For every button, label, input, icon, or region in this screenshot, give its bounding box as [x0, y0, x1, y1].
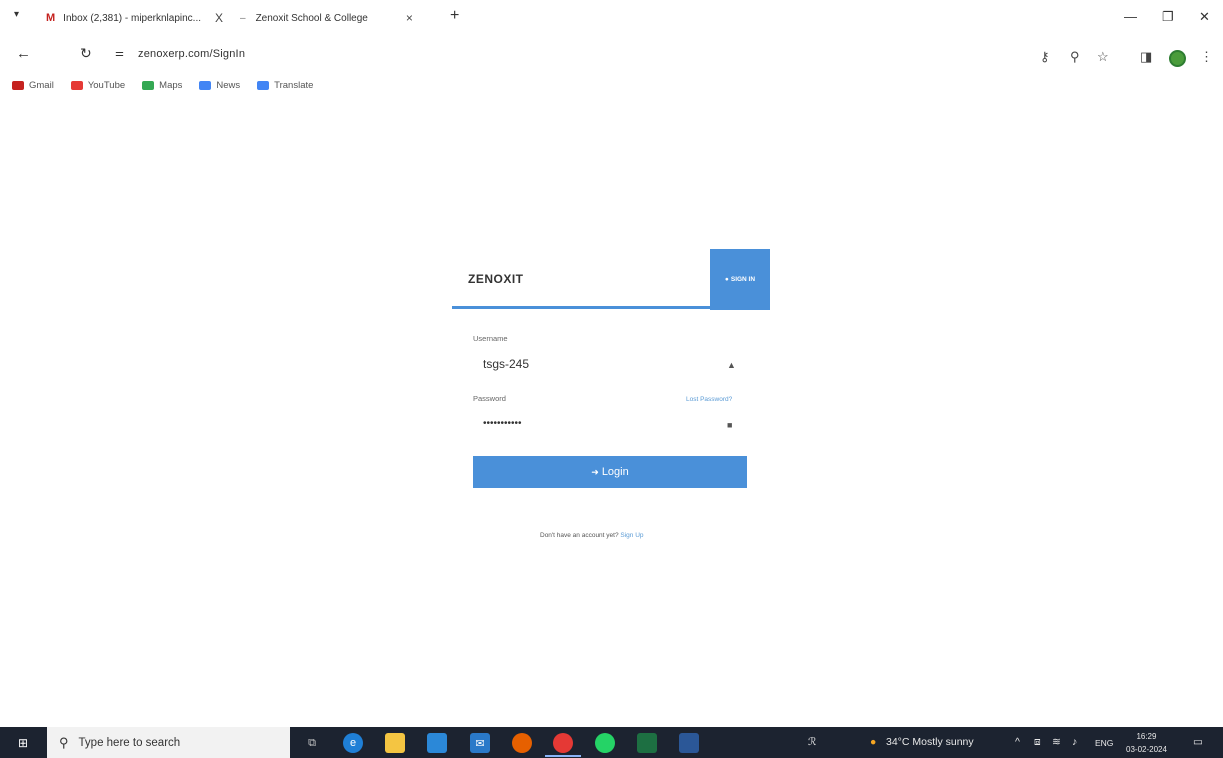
clock[interactable]: 16:29 03-02-2024	[1126, 730, 1167, 756]
tab-label: Inbox (2,381) - miperknlapinc...	[63, 12, 202, 24]
tab-search-chevron-icon[interactable]: ▾	[14, 9, 19, 20]
signup-prompt: Don't have an account yet? Sign Up	[540, 532, 644, 539]
password-field[interactable]: •••••••••••	[483, 418, 522, 429]
windows-start-icon[interactable]: ⊞	[18, 736, 28, 750]
signup-link[interactable]: Sign Up	[620, 532, 643, 539]
firefox-icon[interactable]	[512, 733, 532, 753]
login-button[interactable]: ➜ Login	[473, 456, 747, 488]
bookmark-maps[interactable]: Maps	[142, 80, 182, 91]
back-arrow-icon[interactable]: ←	[16, 45, 31, 62]
mail-icon[interactable]: ✉	[470, 733, 490, 753]
profile-avatar[interactable]	[1169, 50, 1186, 67]
bookmark-translate[interactable]: Translate	[257, 80, 313, 91]
chrome-icon[interactable]	[553, 733, 573, 753]
bookmark-star-icon[interactable]: ☆	[1097, 49, 1109, 65]
username-label: Username	[473, 334, 508, 343]
whatsapp-icon[interactable]	[595, 733, 615, 753]
people-icon[interactable]: ℛ	[808, 736, 816, 748]
bookmarks-bar: Gmail YouTube Maps News Translate	[0, 74, 1223, 96]
search-icon: ⚲	[59, 734, 69, 750]
maps-icon	[142, 80, 155, 90]
bookmark-label: News	[216, 79, 241, 91]
side-panel-icon[interactable]: ◨	[1140, 49, 1152, 65]
site-info-icon[interactable]: ⚌	[115, 48, 124, 59]
password-label: Password	[473, 394, 506, 403]
bookmark-gmail[interactable]: Gmail	[12, 80, 54, 91]
excel-icon[interactable]	[637, 733, 657, 753]
signin-tab[interactable]: ● SIGN IN	[710, 249, 770, 310]
gmail-icon	[12, 80, 24, 90]
weather-text[interactable]: 34°C Mostly sunny	[886, 736, 974, 748]
brand-underline	[452, 306, 770, 309]
lock-icon: ■	[727, 420, 733, 430]
reload-icon[interactable]: ↻	[80, 45, 92, 62]
bookmark-label: Translate	[274, 79, 314, 91]
minimize-icon[interactable]: —	[1124, 9, 1137, 24]
restore-icon[interactable]: ❐	[1162, 9, 1174, 25]
tab-gmail[interactable]: M Inbox (2,381) - miperknlapinc... X	[46, 8, 223, 28]
taskbar-search-box[interactable]: ⚲ Type here to search	[47, 727, 290, 758]
bookmark-label: Gmail	[29, 79, 54, 91]
bookmark-youtube[interactable]: YouTube	[70, 79, 126, 91]
windows-taskbar: ⊞ ⚲ Type here to search ⧉ e ✉ ℛ ● 34°C M…	[0, 727, 1223, 758]
new-tab-button[interactable]: +	[450, 7, 459, 25]
username-field[interactable]: tsgs-245	[483, 357, 529, 371]
close-window-icon[interactable]: ✕	[1199, 9, 1210, 25]
search-placeholder: Type here to search	[78, 736, 181, 749]
language-indicator[interactable]: ENG	[1095, 738, 1113, 748]
bookmark-label: Maps	[159, 79, 183, 91]
youtube-icon	[70, 80, 83, 90]
gmail-icon: M	[46, 12, 56, 24]
file-explorer-icon[interactable]	[385, 733, 405, 753]
tab-zenoxit[interactable]: – Zenoxit School & College ×	[240, 8, 413, 28]
bookmark-label: YouTube	[87, 79, 126, 91]
store-icon[interactable]	[427, 733, 447, 753]
task-view-icon[interactable]: ⧉	[302, 733, 322, 753]
zoom-icon[interactable]: ⚲	[1070, 49, 1080, 65]
news-icon	[199, 80, 212, 90]
meet-icon[interactable]: ⧈	[1034, 736, 1041, 749]
signup-text: Don't have an account yet?	[540, 532, 619, 539]
close-tab-icon[interactable]: ×	[406, 11, 413, 25]
clock-time: 16:29	[1136, 732, 1157, 741]
browser-tab-strip: ▾ M Inbox (2,381) - miperknlapinc... X –…	[0, 0, 1223, 36]
sign-in-arrow-icon: ➜	[591, 466, 599, 477]
active-app-indicator	[545, 755, 581, 757]
word-icon[interactable]	[679, 733, 699, 753]
login-button-label: Login	[601, 466, 629, 478]
translate-icon	[257, 80, 270, 90]
signin-tab-label: SIGN IN	[730, 276, 756, 283]
address-bar-row: ← ↻ ⚌ zenoxerp.com/SignIn ⚷ ⚲ ☆ ◨ ⋮	[0, 36, 1223, 74]
bookmark-news[interactable]: News	[199, 80, 240, 91]
brand-header: ZENOXIT ● SIGN IN	[452, 249, 770, 310]
user-icon: ▲	[727, 360, 736, 370]
close-tab-icon[interactable]: X	[215, 11, 223, 25]
clock-date: 03-02-2024	[1126, 745, 1167, 754]
edge-icon[interactable]: e	[343, 733, 363, 753]
tab-label: Zenoxit School & College	[255, 12, 368, 24]
volume-icon[interactable]: ♪	[1072, 736, 1077, 748]
password-key-icon[interactable]: ⚷	[1040, 49, 1050, 65]
wifi-icon[interactable]: ≋	[1052, 736, 1061, 748]
zenoxit-logo: ZENOXIT	[468, 272, 524, 286]
login-card: ZENOXIT ● SIGN IN	[452, 249, 770, 310]
more-menu-icon[interactable]: ⋮	[1200, 49, 1213, 65]
tray-chevron-icon[interactable]: ^	[1015, 736, 1020, 748]
user-icon: ●	[724, 276, 729, 283]
tab-loading-icon: –	[240, 12, 246, 24]
weather-icon: ●	[870, 736, 877, 748]
lost-password-link[interactable]: Lost Password?	[686, 396, 732, 403]
url-field[interactable]: zenoxerp.com/SignIn	[138, 48, 245, 60]
notification-icon[interactable]: ▭	[1193, 736, 1203, 748]
